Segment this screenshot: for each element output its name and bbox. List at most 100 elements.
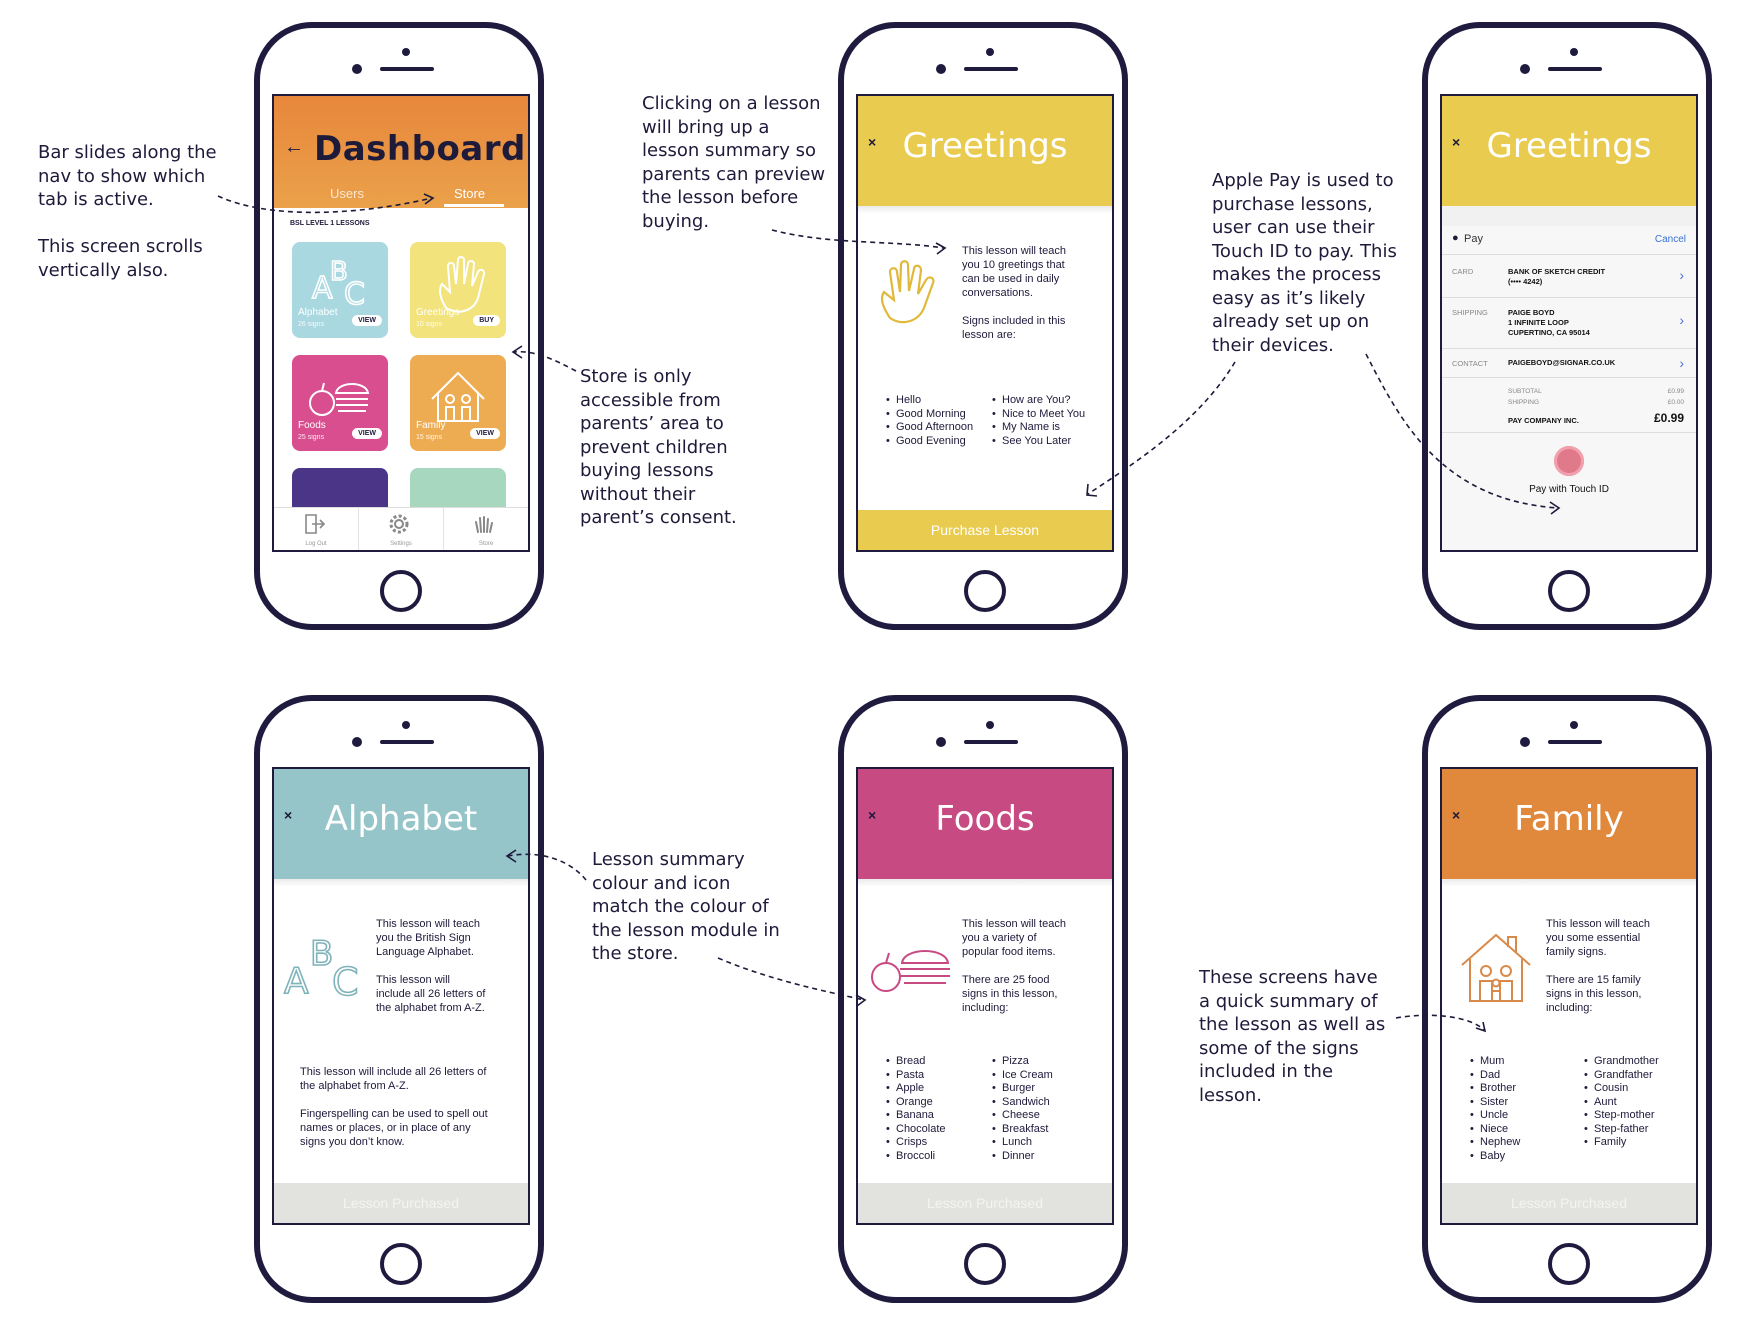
house-family-icon xyxy=(1461,933,1531,1002)
cancel-button[interactable]: Cancel xyxy=(1655,234,1686,245)
chevron-right-icon: › xyxy=(1679,355,1684,371)
camera xyxy=(986,721,994,729)
lesson-header: × Greetings xyxy=(1442,96,1696,214)
list-item: Good Evening xyxy=(886,435,973,449)
tile-name: Alphabet xyxy=(298,307,338,318)
tab-store[interactable]: Store xyxy=(454,186,485,201)
annotation-colour-match: Lesson summary colour and icon match the… xyxy=(592,849,780,964)
camera xyxy=(986,48,994,56)
tile-count: 26 signs xyxy=(298,321,325,328)
shipping-cost-value: £0.00 xyxy=(1667,399,1684,406)
list-item: Chocolate xyxy=(886,1123,945,1137)
list-item: Breakfast xyxy=(992,1123,1053,1137)
foods-screen: × Foods This lesson will teach you a var… xyxy=(856,767,1114,1225)
list-item: Grandfather xyxy=(1584,1069,1659,1083)
phone-apple-pay: × Greetings ● Pay Cancel CARD BANK OF SK… xyxy=(1422,22,1712,630)
log-out-icon xyxy=(305,514,326,534)
lesson-purchased-label: Lesson Purchased xyxy=(1442,1183,1696,1223)
annotation-store: Store is only accessible from parents’ a… xyxy=(580,366,737,528)
nav-settings[interactable]: Settings xyxy=(359,508,444,550)
list-item: Dinner xyxy=(992,1150,1053,1164)
list-item: My Name is xyxy=(992,421,1085,435)
contact-row[interactable]: CONTACT PAIGEBOYD@SIGNAR.CO.UK › xyxy=(1442,349,1696,378)
view-button[interactable]: VIEW xyxy=(352,315,382,326)
list-item: Step-mother xyxy=(1584,1109,1659,1123)
purchase-lesson-button[interactable]: Purchase Lesson xyxy=(858,510,1112,550)
lesson-tile-foods[interactable]: Foods 25 signs VIEW xyxy=(292,355,388,451)
buy-button[interactable]: BUY xyxy=(473,315,500,326)
sensor xyxy=(936,64,946,74)
camera xyxy=(402,721,410,729)
tile-name: Foods xyxy=(298,420,326,431)
phone-alphabet: × Alphabet A B C This lesson will teach … xyxy=(254,695,544,1303)
list-item: Hello xyxy=(886,394,973,408)
list-item: Aunt xyxy=(1584,1096,1659,1110)
list-item: Sandwich xyxy=(992,1096,1053,1110)
home-button[interactable] xyxy=(1548,1243,1590,1285)
lesson-header: × Family xyxy=(1442,769,1696,887)
lesson-tile-greetings[interactable]: Greetings 10 signs BUY xyxy=(410,242,506,338)
annotation-lesson-click: Clicking on a lesson will bring up a les… xyxy=(642,93,826,232)
nav-label: Store xyxy=(478,541,494,547)
list-item: Step-father xyxy=(1584,1123,1659,1137)
tab-users[interactable]: Users xyxy=(330,186,364,201)
page-title: Dashboard xyxy=(314,129,526,169)
list-item: Nephew xyxy=(1470,1136,1520,1150)
lesson-tile-alphabet[interactable]: A B C Alphabet 26 signs VIEW xyxy=(292,242,388,338)
list-item: Pizza xyxy=(992,1055,1053,1069)
waving-hand-icon xyxy=(880,260,935,324)
list-item: Good Afternoon xyxy=(886,421,973,435)
nav-label: Log Out xyxy=(305,541,327,547)
home-button[interactable] xyxy=(380,570,422,612)
dim-overlay xyxy=(1442,206,1696,226)
home-button[interactable] xyxy=(380,1243,422,1285)
view-button[interactable]: VIEW xyxy=(352,428,382,439)
list-item: Cousin xyxy=(1584,1082,1659,1096)
list-item: Bread xyxy=(886,1055,946,1069)
annotation-apple-pay: Apple Pay is used to purchase lessons, u… xyxy=(1212,170,1397,356)
greetings-screen: × Greetings This lesson will teach you 1… xyxy=(856,94,1114,552)
back-arrow-icon[interactable]: ← xyxy=(284,136,304,159)
lesson-title: Foods xyxy=(935,799,1035,839)
lesson-title: Family xyxy=(1514,799,1624,839)
dashboard-screen: ← Dashboard Users Store BSL LEVEL 1 LESS… xyxy=(272,94,530,552)
alphabet-screen: × Alphabet A B C This lesson will teach … xyxy=(272,767,530,1225)
home-button[interactable] xyxy=(1548,570,1590,612)
sensor xyxy=(352,737,362,747)
list-item: Lunch xyxy=(992,1136,1053,1150)
list-item: How are You? xyxy=(992,394,1085,408)
card-label: CARD xyxy=(1452,267,1474,276)
lesson-summary: This lesson will teach you a variety of … xyxy=(962,918,1066,1014)
phone-family: × Family This lesson will teach you some… xyxy=(1422,695,1712,1303)
shipping-label: SHIPPING xyxy=(1452,308,1488,317)
list-item: Niece xyxy=(1470,1123,1520,1137)
apple-pay-screen: × Greetings ● Pay Cancel CARD BANK OF SK… xyxy=(1440,94,1698,552)
chevron-right-icon: › xyxy=(1679,312,1684,328)
svg-text:B: B xyxy=(310,934,333,974)
nav-log-out[interactable]: Log Out xyxy=(274,508,359,550)
card-row[interactable]: CARD BANK OF SKETCH CREDIT (•••• 4242) › xyxy=(1442,255,1696,298)
list-item: Apple xyxy=(886,1082,946,1096)
home-button[interactable] xyxy=(964,570,1006,612)
lesson-summary: This lesson will teach you the British S… xyxy=(376,918,486,1014)
fingerprint-icon[interactable] xyxy=(1554,446,1584,476)
apple-logo-icon: ● xyxy=(1452,232,1459,244)
signs-list-right: Pizza Ice Cream Burger Sandwich Cheese B… xyxy=(990,1055,1053,1163)
contact-value: PAIGEBOYD@SIGNAR.CO.UK xyxy=(1508,358,1616,367)
list-item: Grandmother xyxy=(1584,1055,1659,1069)
nav-store[interactable]: Store xyxy=(444,508,528,550)
lesson-summary: This lesson will teach you some essentia… xyxy=(1546,918,1650,1014)
sensor xyxy=(1520,737,1530,747)
lesson-tile-family[interactable]: Family 15 signs VIEW xyxy=(410,355,506,451)
lesson-title: Greetings xyxy=(902,126,1068,166)
speaker xyxy=(380,67,434,71)
list-item: Good Morning xyxy=(886,408,973,422)
list-item: Burger xyxy=(992,1082,1053,1096)
view-button[interactable]: VIEW xyxy=(470,428,500,439)
lesson-purchased-label: Lesson Purchased xyxy=(274,1183,528,1223)
home-button[interactable] xyxy=(964,1243,1006,1285)
shipping-row[interactable]: SHIPPING PAIGE BOYD 1 INFINITE LOOP CUPE… xyxy=(1442,298,1696,349)
subtotal-value: £0.99 xyxy=(1667,388,1684,395)
tile-name: Greetings xyxy=(416,307,460,318)
tile-name: Family xyxy=(416,420,446,431)
